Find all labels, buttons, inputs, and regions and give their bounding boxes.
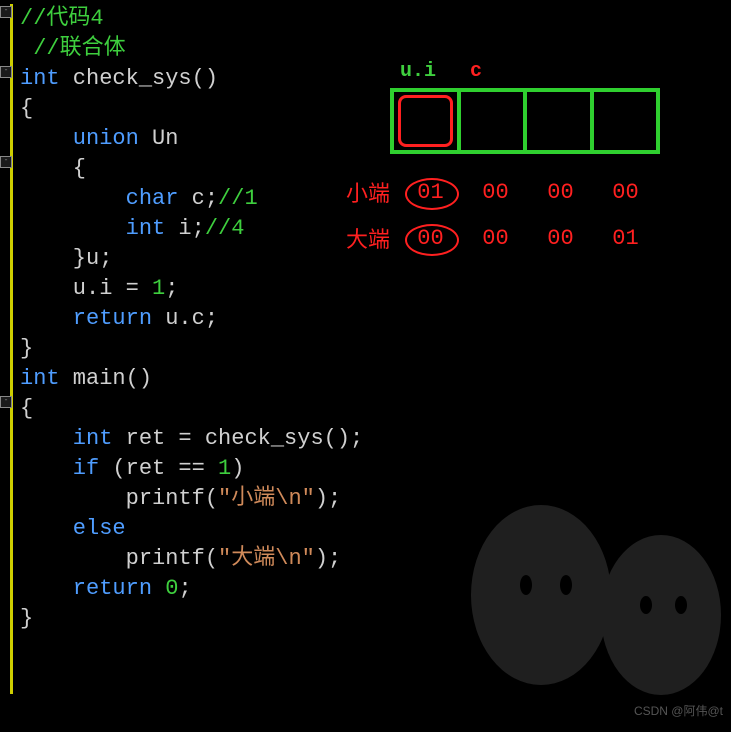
brace: { bbox=[20, 96, 33, 121]
code-text: Un bbox=[139, 126, 179, 151]
comment: //4 bbox=[205, 216, 245, 241]
brace: } bbox=[20, 336, 33, 361]
brace: { bbox=[20, 396, 33, 421]
code-text: u.c; bbox=[152, 306, 218, 331]
code-text: i; bbox=[165, 216, 205, 241]
code-editor: - - - - //代码4 //联合体 int check_sys() { un… bbox=[0, 0, 731, 725]
code-text: (ret == bbox=[99, 456, 218, 481]
code-text: ; bbox=[178, 576, 191, 601]
number: 1 bbox=[218, 456, 231, 481]
code-text: c; bbox=[178, 186, 218, 211]
keyword: return bbox=[20, 576, 165, 601]
byte-value: 01 bbox=[398, 180, 463, 205]
byte-cell bbox=[527, 92, 594, 150]
number: 0 bbox=[165, 576, 178, 601]
keyword: int bbox=[20, 216, 165, 241]
brace: { bbox=[20, 156, 86, 181]
number: 1 bbox=[152, 276, 165, 301]
keyword: char bbox=[20, 186, 178, 211]
code-text: u.i = bbox=[20, 276, 152, 301]
gutter-bar bbox=[10, 4, 13, 694]
memory-boxes bbox=[390, 88, 660, 154]
memory-diagram: u.i c 小端 01 00 00 00 大端 00 00 00 01 bbox=[330, 60, 710, 254]
big-endian-label: 大端 bbox=[330, 222, 398, 254]
little-endian-label: 小端 bbox=[330, 176, 398, 208]
fold-icon[interactable]: - bbox=[0, 6, 12, 18]
circle-icon bbox=[405, 224, 459, 256]
fold-icon[interactable]: - bbox=[0, 156, 12, 168]
code-text: }u; bbox=[20, 246, 112, 271]
byte-value: 01 bbox=[593, 226, 658, 251]
code-text: printf( bbox=[20, 486, 218, 511]
keyword: union bbox=[20, 126, 139, 151]
watermark: CSDN @阿伟@t bbox=[634, 702, 723, 719]
fold-icon[interactable]: - bbox=[0, 66, 12, 78]
byte-value: 00 bbox=[593, 180, 658, 205]
byte-cell bbox=[394, 92, 461, 150]
code-text: ); bbox=[315, 546, 341, 571]
byte-value: 00 bbox=[398, 226, 463, 251]
byte-cell bbox=[594, 92, 657, 150]
code-text: main() bbox=[60, 366, 152, 391]
byte-value: 00 bbox=[528, 226, 593, 251]
keyword: int bbox=[20, 66, 60, 91]
code-text: check_sys() bbox=[60, 66, 218, 91]
comment: //联合体 bbox=[20, 36, 126, 61]
byte-value: 00 bbox=[463, 226, 528, 251]
comment: //代码4 bbox=[20, 6, 104, 31]
code-text: ); bbox=[315, 486, 341, 511]
keyword: else bbox=[20, 516, 126, 541]
keyword: int bbox=[20, 426, 112, 451]
code-text: ) bbox=[231, 456, 244, 481]
little-endian-row: 小端 01 00 00 00 bbox=[330, 176, 710, 208]
label-c: c bbox=[470, 60, 482, 83]
code-text: ret = check_sys(); bbox=[112, 426, 363, 451]
comment: //1 bbox=[218, 186, 258, 211]
string: "小端\n" bbox=[218, 486, 315, 511]
highlight-first-byte bbox=[398, 95, 453, 147]
keyword: return bbox=[20, 306, 152, 331]
byte-cell bbox=[461, 92, 528, 150]
code-text: printf( bbox=[20, 546, 218, 571]
circle-icon bbox=[405, 178, 459, 210]
code-text: ; bbox=[165, 276, 178, 301]
keyword: if bbox=[20, 456, 99, 481]
byte-value: 00 bbox=[528, 180, 593, 205]
keyword: int bbox=[20, 366, 60, 391]
label-ui: u.i bbox=[400, 60, 436, 83]
string: "大端\n" bbox=[218, 546, 315, 571]
big-endian-row: 大端 00 00 00 01 bbox=[330, 222, 710, 254]
fold-icon[interactable]: - bbox=[0, 396, 12, 408]
brace: } bbox=[20, 606, 33, 631]
byte-value: 00 bbox=[463, 180, 528, 205]
